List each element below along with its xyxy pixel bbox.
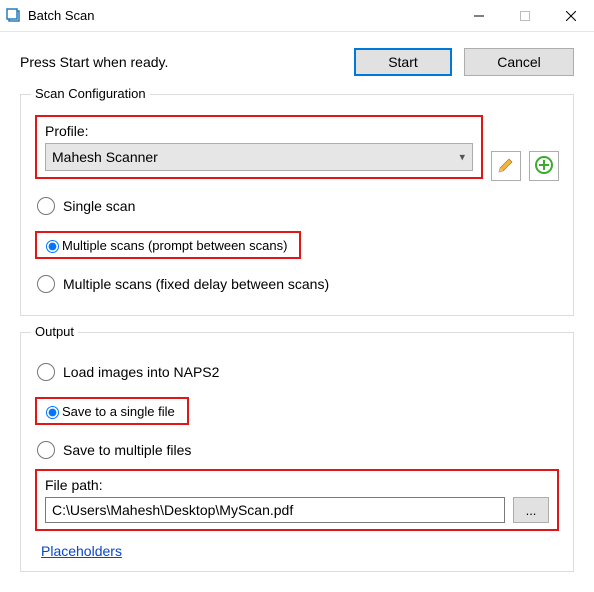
radio-output-multi-input[interactable] bbox=[37, 441, 55, 459]
radio-single-scan-label: Single scan bbox=[63, 198, 135, 214]
plus-icon bbox=[535, 156, 553, 177]
profile-highlight: Profile: Mahesh Scanner ▾ bbox=[35, 115, 483, 179]
titlebar: Batch Scan bbox=[0, 0, 594, 32]
filepath-input[interactable] bbox=[45, 497, 505, 523]
placeholders-link[interactable]: Placeholders bbox=[41, 539, 122, 559]
profile-select[interactable]: Mahesh Scanner bbox=[45, 143, 473, 171]
minimize-button[interactable] bbox=[456, 0, 502, 32]
cancel-button[interactable]: Cancel bbox=[464, 48, 574, 76]
header-row: Press Start when ready. Start Cancel bbox=[20, 48, 574, 76]
maximize-button bbox=[502, 0, 548, 32]
radio-output-single[interactable]: Save to a single file bbox=[35, 397, 189, 425]
output-legend: Output bbox=[31, 324, 78, 339]
radio-output-multi[interactable]: Save to multiple files bbox=[37, 441, 559, 459]
radio-multi-prompt[interactable]: Multiple scans (prompt between scans) bbox=[35, 231, 301, 259]
radio-output-single-input[interactable] bbox=[46, 406, 59, 419]
edit-profile-button[interactable] bbox=[491, 151, 521, 181]
start-button[interactable]: Start bbox=[354, 48, 452, 76]
radio-output-multi-label: Save to multiple files bbox=[63, 442, 191, 458]
radio-output-load-label: Load images into NAPS2 bbox=[63, 364, 219, 380]
pencil-icon bbox=[497, 156, 515, 177]
radio-output-load-input[interactable] bbox=[37, 363, 55, 381]
scan-config-legend: Scan Configuration bbox=[31, 86, 150, 101]
add-profile-button[interactable] bbox=[529, 151, 559, 181]
radio-single-scan[interactable]: Single scan bbox=[37, 197, 559, 215]
profile-label: Profile: bbox=[45, 123, 473, 139]
close-button[interactable] bbox=[548, 0, 594, 32]
filepath-label: File path: bbox=[45, 477, 549, 493]
browse-button[interactable]: ... bbox=[513, 497, 549, 523]
radio-multi-delay[interactable]: Multiple scans (fixed delay between scan… bbox=[37, 275, 559, 293]
scan-config-group: Scan Configuration Profile: Mahesh Scann… bbox=[20, 94, 574, 316]
ready-prompt: Press Start when ready. bbox=[20, 54, 354, 70]
radio-multi-delay-label: Multiple scans (fixed delay between scan… bbox=[63, 276, 329, 292]
app-icon bbox=[6, 8, 22, 24]
radio-output-load[interactable]: Load images into NAPS2 bbox=[37, 363, 559, 381]
radio-multi-delay-input[interactable] bbox=[37, 275, 55, 293]
radio-multi-prompt-label: Multiple scans (prompt between scans) bbox=[62, 238, 287, 253]
radio-multi-prompt-input[interactable] bbox=[46, 240, 59, 253]
output-group: Output Load images into NAPS2 Save to a … bbox=[20, 332, 574, 572]
window-title: Batch Scan bbox=[28, 8, 95, 23]
radio-single-scan-input[interactable] bbox=[37, 197, 55, 215]
radio-output-single-label: Save to a single file bbox=[62, 404, 175, 419]
filepath-highlight: File path: ... bbox=[35, 469, 559, 531]
